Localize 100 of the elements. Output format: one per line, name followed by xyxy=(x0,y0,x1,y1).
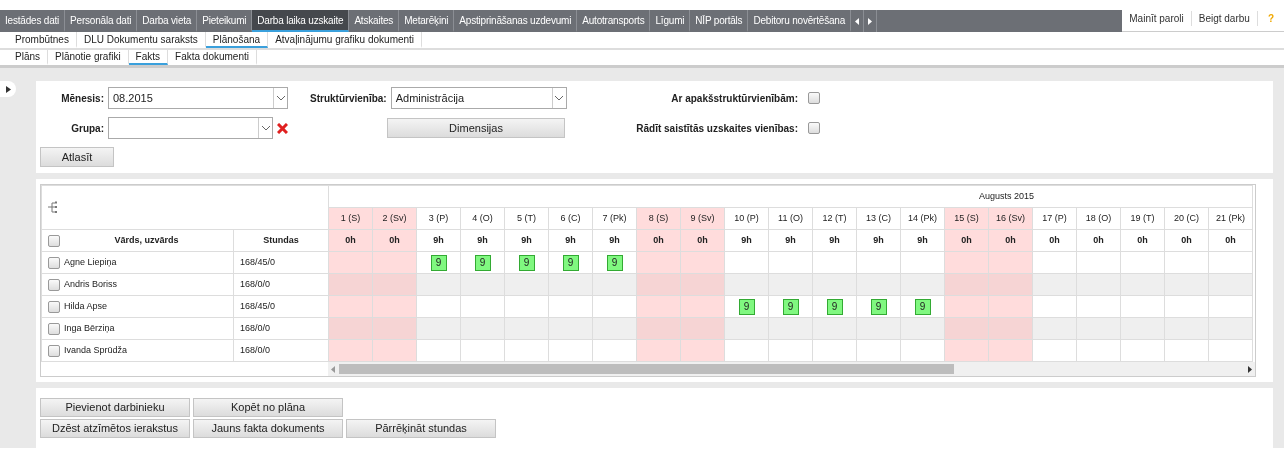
row-checkbox[interactable] xyxy=(48,322,60,335)
nav-tab[interactable]: Autotransports xyxy=(577,10,651,32)
day-header: 3 (P) xyxy=(416,207,461,230)
expand-icon xyxy=(5,85,11,93)
panel-toggle[interactable] xyxy=(0,81,16,97)
day-header: 11 (O) xyxy=(768,207,813,230)
horizontal-scrollbar[interactable] xyxy=(328,362,1255,376)
hours-entry[interactable]: 9 xyxy=(826,298,843,315)
scroll-left-icon[interactable] xyxy=(331,365,335,373)
field-label: Mēnesis: xyxy=(60,91,104,106)
header-link[interactable]: Mainīt paroli xyxy=(1122,11,1192,26)
day-hours: 9h xyxy=(900,229,945,252)
action-button[interactable]: Jauns fakta dokuments xyxy=(193,419,343,438)
field-label: Grupa: xyxy=(70,121,104,136)
action-button[interactable]: Pārrēķināt stundas xyxy=(346,419,496,438)
day-hours: 9h xyxy=(548,229,593,252)
sub-tab[interactable]: Plāns xyxy=(8,50,48,65)
select-all-checkbox[interactable] xyxy=(48,234,60,247)
action-button[interactable]: Kopēt no plāna xyxy=(193,398,343,417)
day-header: 7 (Pk) xyxy=(592,207,637,230)
tree-icon[interactable] xyxy=(48,200,58,214)
sub-tab[interactable]: Atvaļinājumu grafiku dokumenti xyxy=(268,32,423,48)
sub-tab[interactable]: Fakta dokumenti xyxy=(168,50,257,65)
hours-entry[interactable]: 9 xyxy=(606,254,623,271)
day-hours: 9h xyxy=(504,229,549,252)
row-checkbox[interactable] xyxy=(48,344,60,357)
table-cell: 168/0/0 xyxy=(233,273,329,296)
clear-icon[interactable] xyxy=(277,123,288,135)
table-cell: 168/45/0 xyxy=(233,251,329,274)
day-header: 12 (T) xyxy=(812,207,857,230)
hours-entry[interactable]: 9 xyxy=(914,298,931,315)
day-header: 19 (T) xyxy=(1120,207,1165,230)
nav-tab[interactable]: Debitoru novērtēšana xyxy=(748,10,852,32)
sub-tab[interactable]: Plānotie grafiki xyxy=(48,50,129,65)
column-header: Stundas xyxy=(233,229,329,252)
table-cell: 168/45/0 xyxy=(233,295,329,318)
scroll-right-icon[interactable] xyxy=(868,17,873,25)
checkbox[interactable] xyxy=(808,92,820,104)
scroll-left-icon[interactable] xyxy=(855,17,860,25)
row-checkbox[interactable] xyxy=(48,256,60,269)
nav-tab[interactable]: Personāla dati xyxy=(65,10,138,32)
option-label: Rādīt saistītās uzskaites vienības: xyxy=(636,121,798,136)
action-button[interactable]: Pievienot darbinieku xyxy=(40,398,190,417)
hours-entry[interactable]: 9 xyxy=(518,254,535,271)
day-hours: 0h xyxy=(1120,229,1165,252)
column-header: Vārds, uzvārds xyxy=(113,233,180,247)
header-link[interactable]: Beigt darbu xyxy=(1191,11,1258,26)
nav-tab[interactable]: Darba laika uzskaite xyxy=(252,10,350,32)
day-header: 5 (T) xyxy=(504,207,549,230)
day-header: 6 (C) xyxy=(548,207,593,230)
employee-name: Inga Bērziņa xyxy=(64,321,115,335)
row-checkbox[interactable] xyxy=(48,300,60,313)
day-hours: 9h xyxy=(460,229,505,252)
employee-name: Agne Liepiņa xyxy=(64,255,117,269)
nav-tab[interactable]: Iestādes dati xyxy=(0,10,66,32)
hours-entry[interactable]: 9 xyxy=(474,254,491,271)
dimensions-button[interactable]: Dimensijas xyxy=(387,118,565,138)
day-header: 13 (C) xyxy=(856,207,901,230)
option-label: Ar apakšstruktūrvienībām: xyxy=(671,91,798,106)
checkbox[interactable] xyxy=(808,122,820,134)
employee-name: Ivanda Sprūdža xyxy=(64,343,128,357)
day-header: 18 (O) xyxy=(1076,207,1121,230)
day-hours: 9h xyxy=(768,229,813,252)
hours-entry[interactable]: 9 xyxy=(738,298,755,315)
nav-tab[interactable]: NĪP portāls xyxy=(690,10,749,32)
nav-tab[interactable]: Apstiprināšanas uzdevumi xyxy=(454,10,578,32)
day-header: 21 (Pk) xyxy=(1208,207,1253,230)
employee-name: Andris Boriss xyxy=(64,277,117,291)
day-hours: 9h xyxy=(812,229,857,252)
select-button[interactable]: Atlasīt xyxy=(40,147,114,167)
hours-entry[interactable]: 9 xyxy=(870,298,887,315)
sub-tab[interactable]: Prombūtnes xyxy=(8,32,77,48)
select-field[interactable]: 08.2015 xyxy=(108,87,288,109)
nav-tab[interactable]: Atskaites xyxy=(349,10,400,32)
table-cell: 168/0/0 xyxy=(233,317,329,340)
select-field[interactable]: Administrācija xyxy=(390,87,567,109)
nav-tab[interactable]: Darba vieta xyxy=(137,10,198,32)
day-header: 4 (O) xyxy=(460,207,505,230)
action-button[interactable]: Dzēst atzīmētos ierakstus xyxy=(40,419,190,438)
row-checkbox[interactable] xyxy=(48,278,60,291)
employee-name: Hilda Apse xyxy=(64,299,108,313)
hours-entry[interactable]: 9 xyxy=(562,254,579,271)
nav-tab[interactable]: Līgumi xyxy=(650,10,691,32)
day-hours: 9h xyxy=(724,229,769,252)
month-header: Augusts 2015 xyxy=(328,185,1253,208)
hours-entry[interactable]: 9 xyxy=(782,298,799,315)
nav-tab[interactable]: Metarēķini xyxy=(399,10,455,32)
day-header: 20 (C) xyxy=(1164,207,1209,230)
day-hours: 0h xyxy=(1032,229,1077,252)
scroll-right-icon[interactable] xyxy=(1248,366,1252,374)
sub-tab[interactable]: Fakts xyxy=(128,50,169,65)
sub-tab[interactable]: DLU Dokumentu saraksts xyxy=(76,32,206,48)
sub-tab[interactable]: Plānošana xyxy=(205,32,269,48)
select-field[interactable] xyxy=(108,117,273,139)
day-hours: 0h xyxy=(1208,229,1253,252)
day-hours: 9h xyxy=(592,229,637,252)
hours-entry[interactable]: 9 xyxy=(430,254,447,271)
table-cell: 168/0/0 xyxy=(233,339,329,362)
day-hours: 0h xyxy=(1164,229,1209,252)
day-header: 14 (Pk) xyxy=(900,207,945,230)
